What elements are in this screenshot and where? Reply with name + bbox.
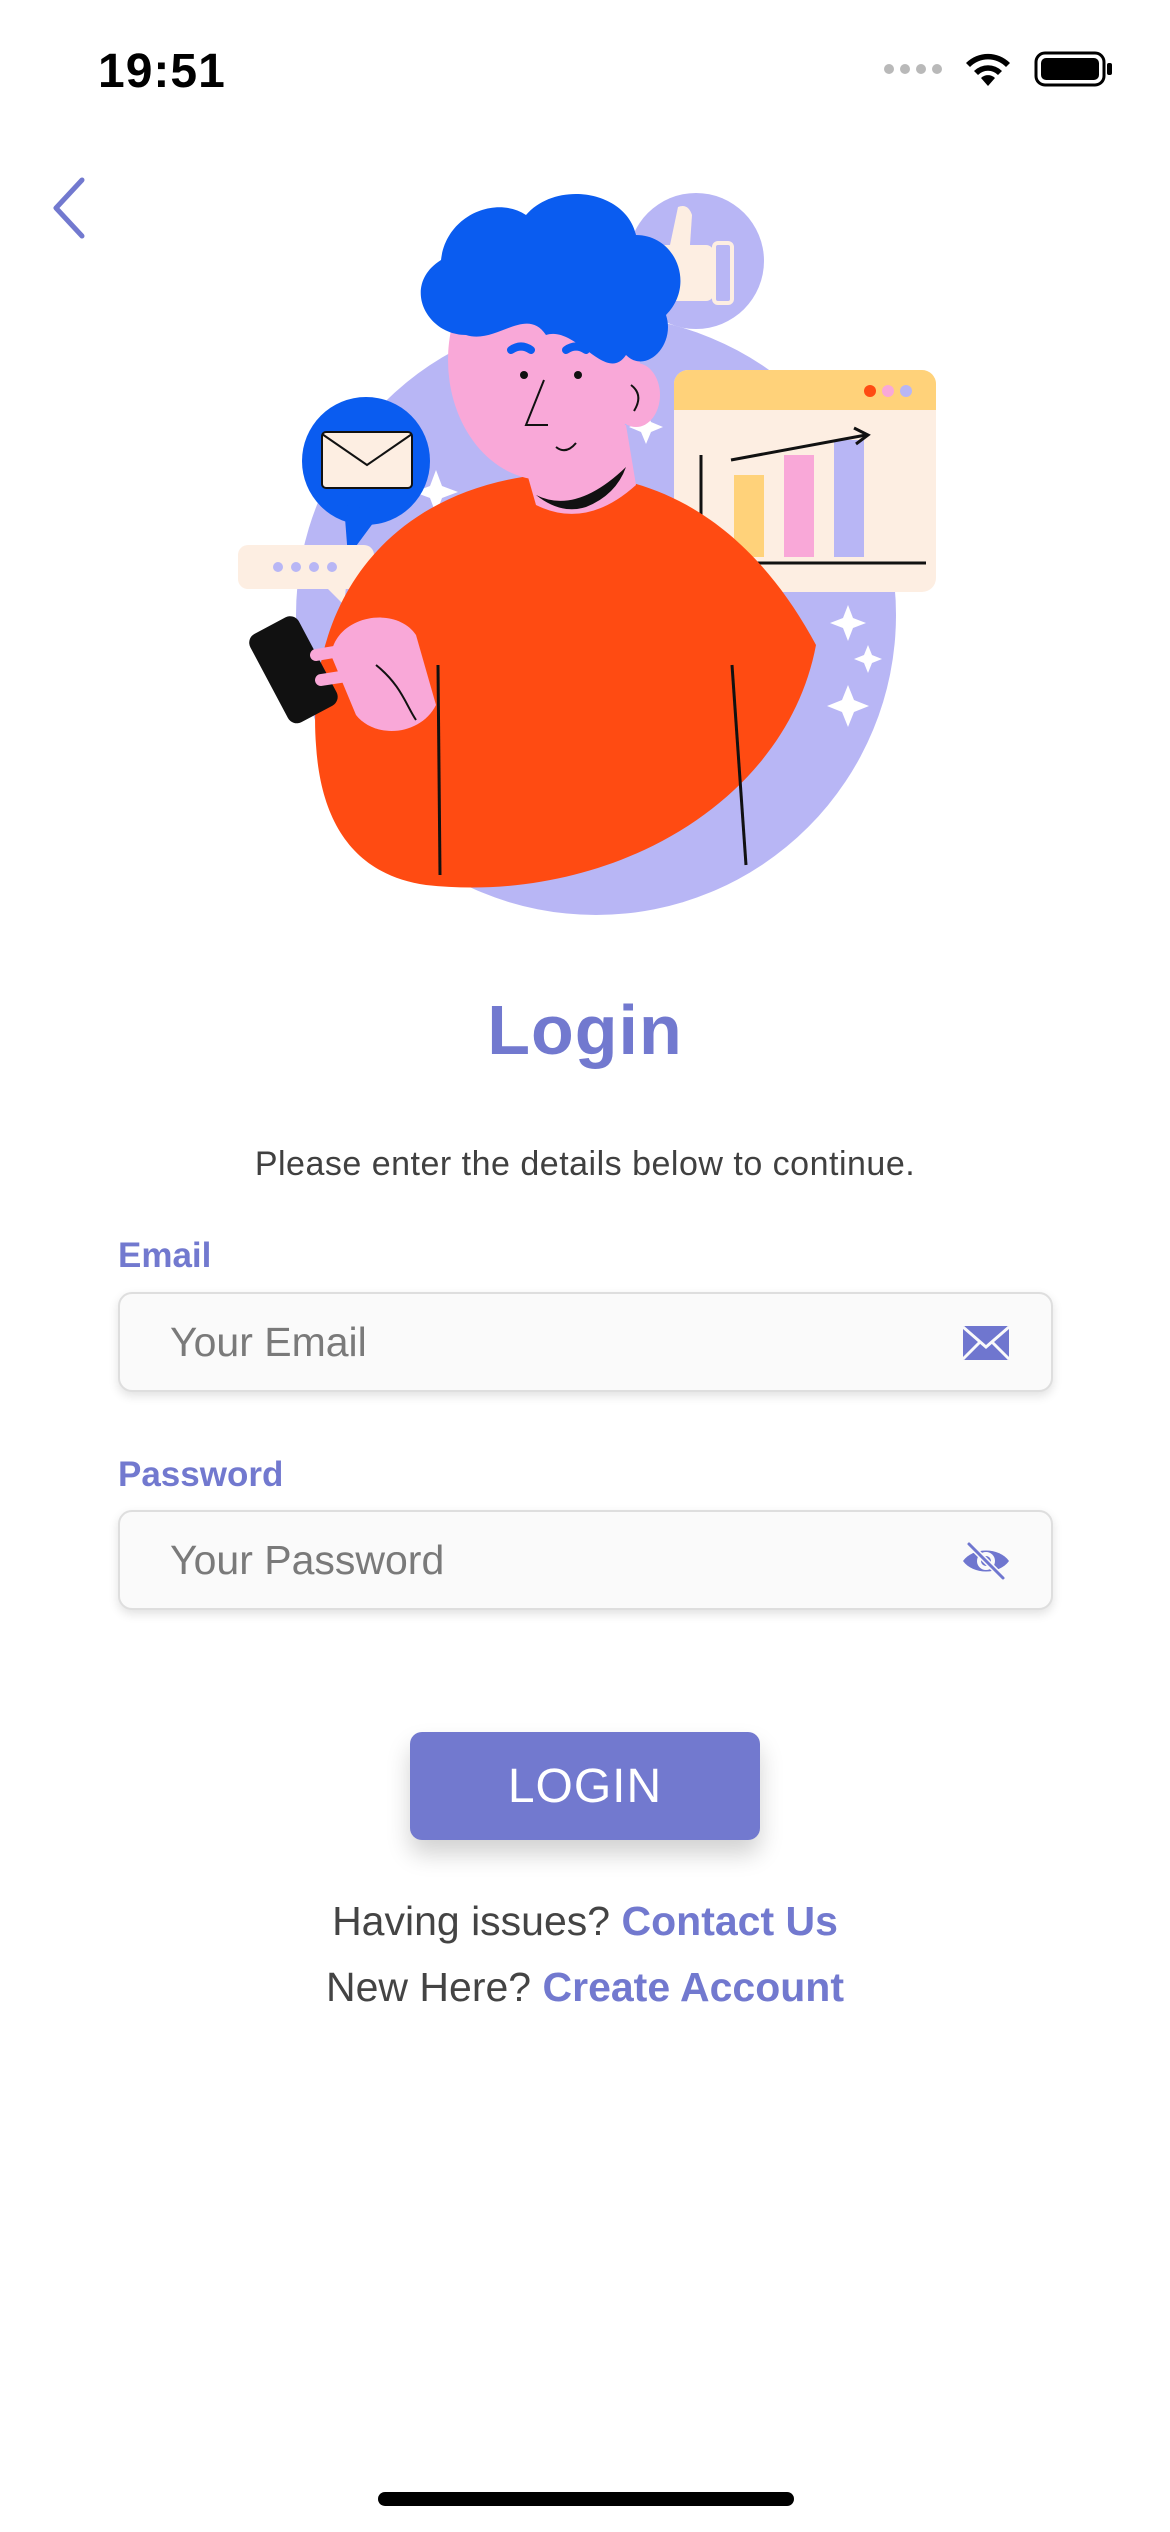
envelope-icon	[961, 1325, 1011, 1361]
password-label: Password	[118, 1455, 284, 1494]
create-account-link[interactable]: Create Account	[543, 1964, 845, 2010]
page-title: Login	[487, 991, 683, 1069]
battery-icon	[1034, 51, 1112, 87]
hero-illustration	[238, 193, 936, 915]
create-account-line: New Here? Create Account	[0, 1964, 1170, 2011]
page-subtitle: Please enter the details below to contin…	[254, 1145, 916, 1183]
email-field-container	[118, 1292, 1053, 1392]
password-field-container	[118, 1510, 1053, 1610]
email-label: Email	[118, 1236, 212, 1275]
status-bar: 19:51	[0, 0, 1170, 150]
back-button[interactable]	[44, 172, 100, 244]
login-button[interactable]: LOGIN	[410, 1732, 760, 1840]
login-screen: 19:51 Login Please enter the details bel…	[0, 0, 1170, 2532]
chevron-left-icon	[53, 177, 85, 239]
status-time: 19:51	[98, 45, 226, 98]
issues-text: Having issues?	[332, 1898, 611, 1944]
home-indicator[interactable]	[378, 2492, 794, 2506]
cellular-signal-icon	[884, 64, 942, 74]
new-here-text: New Here?	[326, 1964, 532, 2010]
contact-us-link[interactable]: Contact Us	[622, 1898, 838, 1944]
contact-help-line: Having issues? Contact Us	[0, 1898, 1170, 1945]
password-field[interactable]	[170, 1512, 950, 1608]
eye-slash-icon[interactable]	[961, 1538, 1011, 1584]
status-icons	[884, 50, 1114, 88]
wifi-icon	[966, 53, 1010, 86]
email-field[interactable]	[170, 1294, 950, 1390]
